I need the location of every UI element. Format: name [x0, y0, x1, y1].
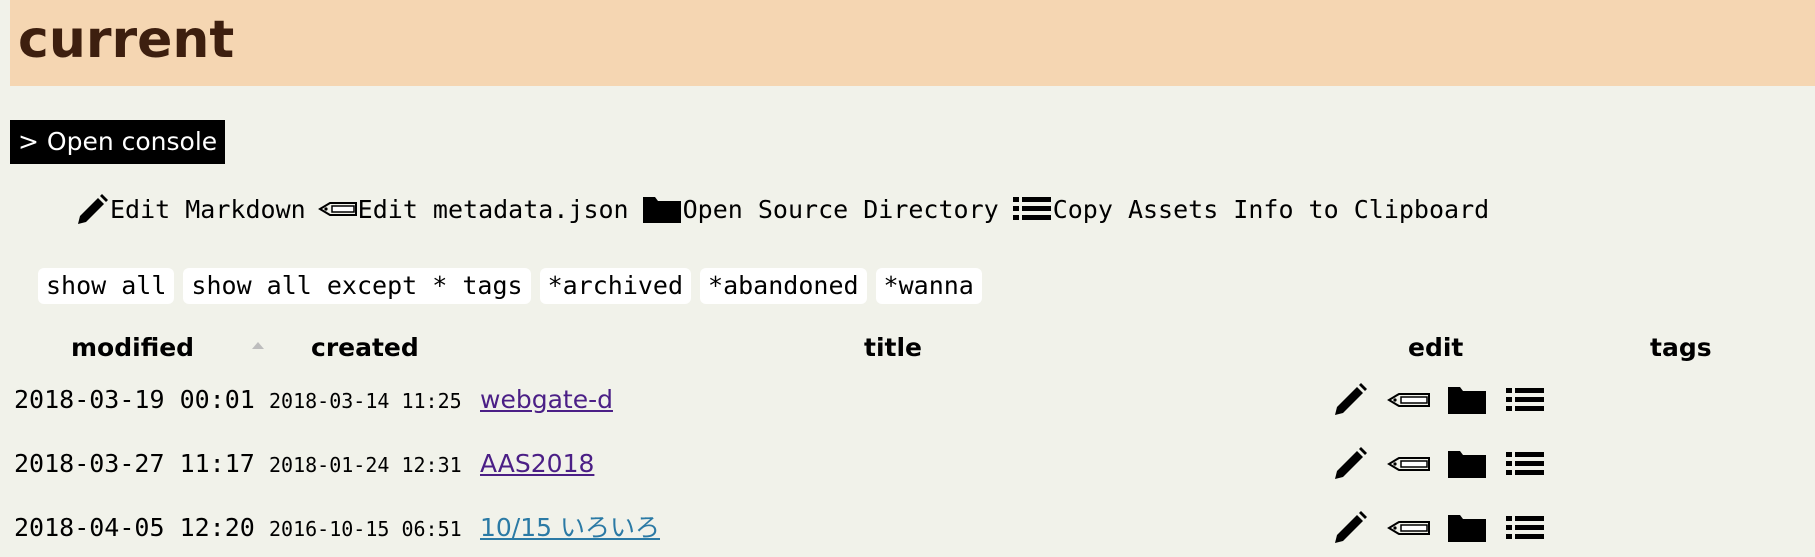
table-row: 2018-03-19 00:01 2018-03-14 11:25 webgat… [0, 372, 1815, 428]
tag-icon[interactable] [1386, 511, 1432, 545]
sort-ascending-icon [252, 342, 264, 349]
modified-cell: 2018-03-27 11:17 [14, 449, 255, 478]
column-header-created[interactable]: created [311, 330, 419, 366]
created-cell: 2018-03-14 11:25 [269, 389, 462, 413]
filter-archived[interactable]: *archived [539, 268, 692, 304]
column-header-title[interactable]: title [864, 330, 922, 366]
page-title: current [18, 10, 235, 70]
edit-cell [1328, 383, 1548, 417]
edit-markdown-label: Edit Markdown [110, 194, 306, 224]
modified-cell: 2018-03-19 00:01 [14, 385, 255, 414]
edit-metadata-action[interactable]: Edit metadata.json [317, 192, 629, 226]
copy-assets-info-label: Copy Assets Info to Clipboard [1052, 194, 1490, 224]
folder-icon[interactable] [1444, 447, 1490, 481]
column-header-modified[interactable]: modified [71, 330, 194, 366]
filter-show-all-except-tags[interactable]: show all except * tags [183, 268, 531, 304]
open-source-directory-label: Open Source Directory [682, 194, 999, 224]
folder-icon[interactable] [1444, 511, 1490, 545]
pencil-icon[interactable] [1328, 511, 1374, 545]
list-icon [1011, 192, 1053, 226]
filter-show-all[interactable]: show all [38, 268, 175, 304]
table-row: 2018-03-27 11:17 2018-01-24 12:31 AAS201… [0, 436, 1815, 492]
filter-abandoned[interactable]: *abandoned [700, 268, 867, 304]
tag-icon[interactable] [1386, 383, 1432, 417]
edit-markdown-action[interactable]: Edit Markdown [74, 192, 306, 226]
page-header: current [10, 0, 1815, 86]
pencil-icon [74, 192, 110, 226]
edit-cell [1328, 511, 1548, 545]
table-row: 2018-04-05 12:20 2016-10-15 06:51 10/15 … [0, 500, 1815, 556]
action-toolbar: Edit Markdown Edit metadata.json Open So… [74, 188, 1501, 230]
modified-cell: 2018-04-05 12:20 [14, 513, 255, 542]
column-header-tags[interactable]: tags [1650, 330, 1712, 366]
folder-icon[interactable] [1444, 383, 1490, 417]
pencil-icon[interactable] [1328, 447, 1374, 481]
column-header-edit: edit [1408, 333, 1464, 362]
open-source-directory-action[interactable]: Open Source Directory [641, 192, 999, 226]
edit-cell [1328, 447, 1548, 481]
title-link[interactable]: AAS2018 [480, 436, 594, 492]
list-icon[interactable] [1502, 447, 1548, 481]
filter-wanna[interactable]: *wanna [875, 268, 982, 304]
tag-filter-bar: show all show all except * tags *archive… [38, 268, 991, 304]
edit-metadata-label: Edit metadata.json [357, 194, 629, 224]
tag-icon[interactable] [1386, 447, 1432, 481]
folder-icon [641, 192, 683, 226]
list-icon[interactable] [1502, 511, 1548, 545]
tag-icon [317, 192, 358, 226]
created-cell: 2018-01-24 12:31 [269, 453, 462, 477]
open-console-button[interactable]: > Open console [10, 120, 226, 164]
title-link[interactable]: 10/15 いろいろ [480, 500, 660, 556]
title-link[interactable]: webgate-d [480, 372, 613, 428]
copy-assets-info-action[interactable]: Copy Assets Info to Clipboard [1011, 192, 1490, 226]
pencil-icon[interactable] [1328, 383, 1374, 417]
list-icon[interactable] [1502, 383, 1548, 417]
created-cell: 2016-10-15 06:51 [269, 517, 462, 541]
